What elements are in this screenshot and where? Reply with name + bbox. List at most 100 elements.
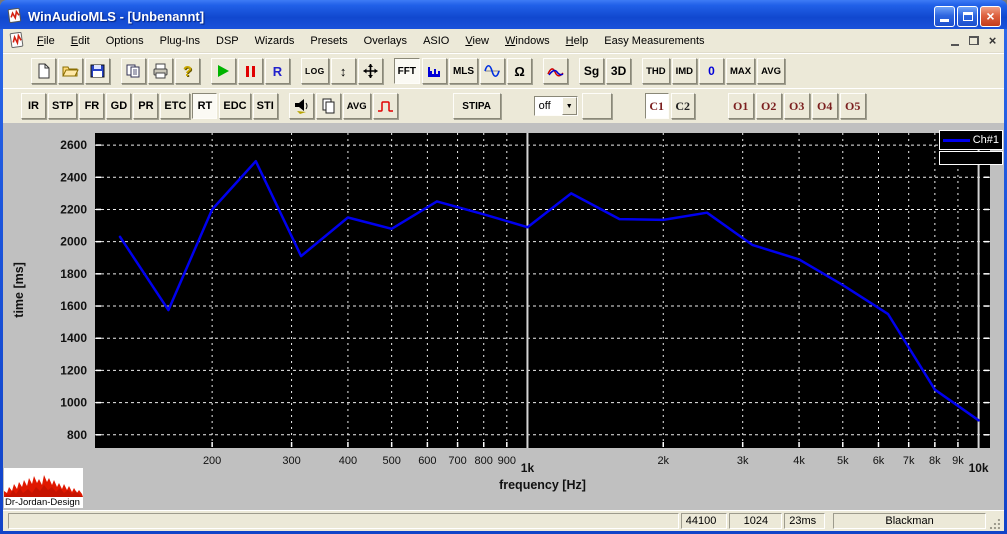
rt-chart[interactable]: 2600240022002000180016001400120010008002… bbox=[3, 123, 1004, 510]
overlay-pages-button[interactable] bbox=[316, 93, 341, 119]
mdi-restore-icon bbox=[969, 36, 979, 45]
overlay-button-o3-label: O3 bbox=[789, 99, 804, 114]
measure-button-gd-label: GD bbox=[111, 100, 128, 112]
menu-item-easy-measurements[interactable]: Easy Measurements bbox=[596, 32, 712, 50]
x-axis-tick-label: 700 bbox=[448, 455, 466, 467]
maximize-button[interactable] bbox=[957, 6, 978, 27]
overlay-button-o4-label: O4 bbox=[817, 99, 832, 114]
app-icon bbox=[6, 8, 23, 24]
mdi-minimize-button[interactable] bbox=[946, 33, 963, 48]
menu-item-wizards[interactable]: Wizards bbox=[247, 32, 303, 50]
y-axis-tick-label: 2000 bbox=[60, 235, 87, 249]
avg-label: AVG bbox=[761, 66, 781, 77]
bandpass-filter-button[interactable] bbox=[373, 93, 398, 119]
blank-button[interactable] bbox=[582, 93, 612, 119]
channel-2-button[interactable]: C2 bbox=[671, 93, 695, 119]
copy-button[interactable] bbox=[121, 58, 146, 84]
avg-rt-button[interactable]: AVG bbox=[343, 93, 371, 119]
overlay-button-o3[interactable]: O3 bbox=[784, 93, 810, 119]
status-message-area bbox=[8, 513, 679, 529]
menu-item-edit[interactable]: Edit bbox=[63, 32, 98, 50]
help-button[interactable]: ? bbox=[175, 58, 200, 84]
imd-button[interactable]: IMD bbox=[672, 58, 697, 84]
menu-item-overlays[interactable]: Overlays bbox=[356, 32, 415, 50]
measure-button-stp[interactable]: STP bbox=[48, 93, 77, 119]
measure-button-rt[interactable]: RT bbox=[192, 93, 217, 119]
open-file-button[interactable] bbox=[58, 58, 83, 84]
mls-button[interactable]: MLS bbox=[449, 58, 478, 84]
log-scale-button[interactable]: LOG bbox=[301, 58, 329, 84]
overlay-button-o5[interactable]: O5 bbox=[840, 93, 866, 119]
menu-item-file[interactable]: File bbox=[29, 32, 63, 50]
menu-item-dsp[interactable]: DSP bbox=[208, 32, 247, 50]
menu-item-options[interactable]: Options bbox=[98, 32, 152, 50]
fft-button[interactable]: FFT bbox=[394, 58, 420, 84]
transfer-function-button[interactable] bbox=[543, 58, 568, 84]
app-window: WinAudioMLS - [Unbenannt] × FileEditOpti… bbox=[0, 0, 1007, 534]
pause-button[interactable] bbox=[238, 58, 263, 84]
print-button[interactable] bbox=[148, 58, 173, 84]
y-axis-title: time [ms] bbox=[12, 262, 26, 318]
x-axis-tick-label: 4k bbox=[793, 455, 805, 467]
vertical-zoom-button[interactable]: ↕ bbox=[331, 58, 356, 84]
max-hold-button[interactable]: MAX bbox=[726, 58, 755, 84]
vendor-logo-text: Dr-Jordan-Design bbox=[4, 497, 83, 508]
status-bar: 44100 1024 23ms Blackman bbox=[3, 510, 1004, 531]
overlay-button-o1[interactable]: O1 bbox=[728, 93, 754, 119]
new-file-button[interactable] bbox=[31, 58, 56, 84]
pan-button[interactable] bbox=[358, 58, 383, 84]
stipa-button[interactable]: STIPA bbox=[453, 93, 501, 119]
menu-item-help[interactable]: Help bbox=[558, 32, 597, 50]
resize-grip[interactable] bbox=[989, 518, 1002, 531]
x-axis-tick-label: 200 bbox=[203, 455, 221, 467]
measure-button-gd[interactable]: GD bbox=[106, 93, 131, 119]
menu-item-view[interactable]: View bbox=[457, 32, 497, 50]
speaker-setup-button[interactable] bbox=[289, 93, 314, 119]
measure-button-sti[interactable]: STI bbox=[253, 93, 278, 119]
menu-item-plug-ins[interactable]: Plug-Ins bbox=[152, 32, 208, 50]
generator-select-value: off bbox=[535, 100, 562, 112]
overlapping-pages-icon bbox=[320, 98, 337, 114]
overlay-button-o2[interactable]: O2 bbox=[756, 93, 782, 119]
x-axis-major-tick-label: 10k bbox=[969, 461, 989, 475]
menu-item-windows[interactable]: Windows bbox=[497, 32, 558, 50]
mdi-close-button[interactable]: × bbox=[984, 33, 1001, 48]
mdi-restore-button[interactable] bbox=[965, 33, 982, 48]
minimize-button[interactable] bbox=[934, 6, 955, 27]
close-button[interactable]: × bbox=[980, 6, 1001, 27]
impedance-button[interactable]: Ω bbox=[507, 58, 532, 84]
overlay-button-o4[interactable]: O4 bbox=[812, 93, 838, 119]
legend-line-swatch bbox=[943, 139, 970, 142]
x-axis-tick-label: 500 bbox=[382, 455, 400, 467]
record-r-button[interactable]: R bbox=[265, 58, 290, 84]
menu-bar: FileEditOptionsPlug-InsDSPWizardsPresets… bbox=[3, 29, 1004, 53]
title-bar[interactable]: WinAudioMLS - [Unbenannt] × bbox=[0, 0, 1007, 29]
status-sample-rate: 44100 bbox=[681, 513, 728, 529]
menu-item-presets[interactable]: Presets bbox=[302, 32, 355, 50]
zero-button[interactable]: 0 bbox=[699, 58, 724, 84]
menu-item-asio[interactable]: ASIO bbox=[415, 32, 457, 50]
x-axis-tick-label: 600 bbox=[418, 455, 436, 467]
measure-button-pr[interactable]: PR bbox=[133, 93, 158, 119]
c1-label: C1 bbox=[649, 99, 664, 114]
measure-button-fr[interactable]: FR bbox=[79, 93, 104, 119]
measure-button-etc[interactable]: ETC bbox=[160, 93, 190, 119]
generator-select[interactable]: off ▼ bbox=[534, 96, 578, 116]
status-fft-size: 1024 bbox=[729, 513, 782, 529]
client-area: FileEditOptionsPlug-InsDSPWizardsPresets… bbox=[3, 29, 1004, 531]
channel-1-button[interactable]: C1 bbox=[645, 93, 669, 119]
save-button[interactable] bbox=[85, 58, 110, 84]
measure-button-edc[interactable]: EDC bbox=[219, 93, 250, 119]
spectrum-button[interactable] bbox=[422, 58, 447, 84]
measure-button-sti-label: STI bbox=[257, 100, 274, 112]
threed-view-button[interactable]: 3D bbox=[606, 58, 631, 84]
play-button[interactable] bbox=[211, 58, 236, 84]
measure-button-ir[interactable]: IR bbox=[21, 93, 46, 119]
combo-dropdown-button[interactable]: ▼ bbox=[562, 97, 577, 115]
copy-icon bbox=[125, 63, 142, 79]
average-button[interactable]: AVG bbox=[757, 58, 785, 84]
sine-button[interactable] bbox=[480, 58, 505, 84]
thd-button[interactable]: THD bbox=[642, 58, 670, 84]
overlaid-curves-icon bbox=[547, 63, 564, 79]
signal-generator-button[interactable]: Sg bbox=[579, 58, 604, 84]
